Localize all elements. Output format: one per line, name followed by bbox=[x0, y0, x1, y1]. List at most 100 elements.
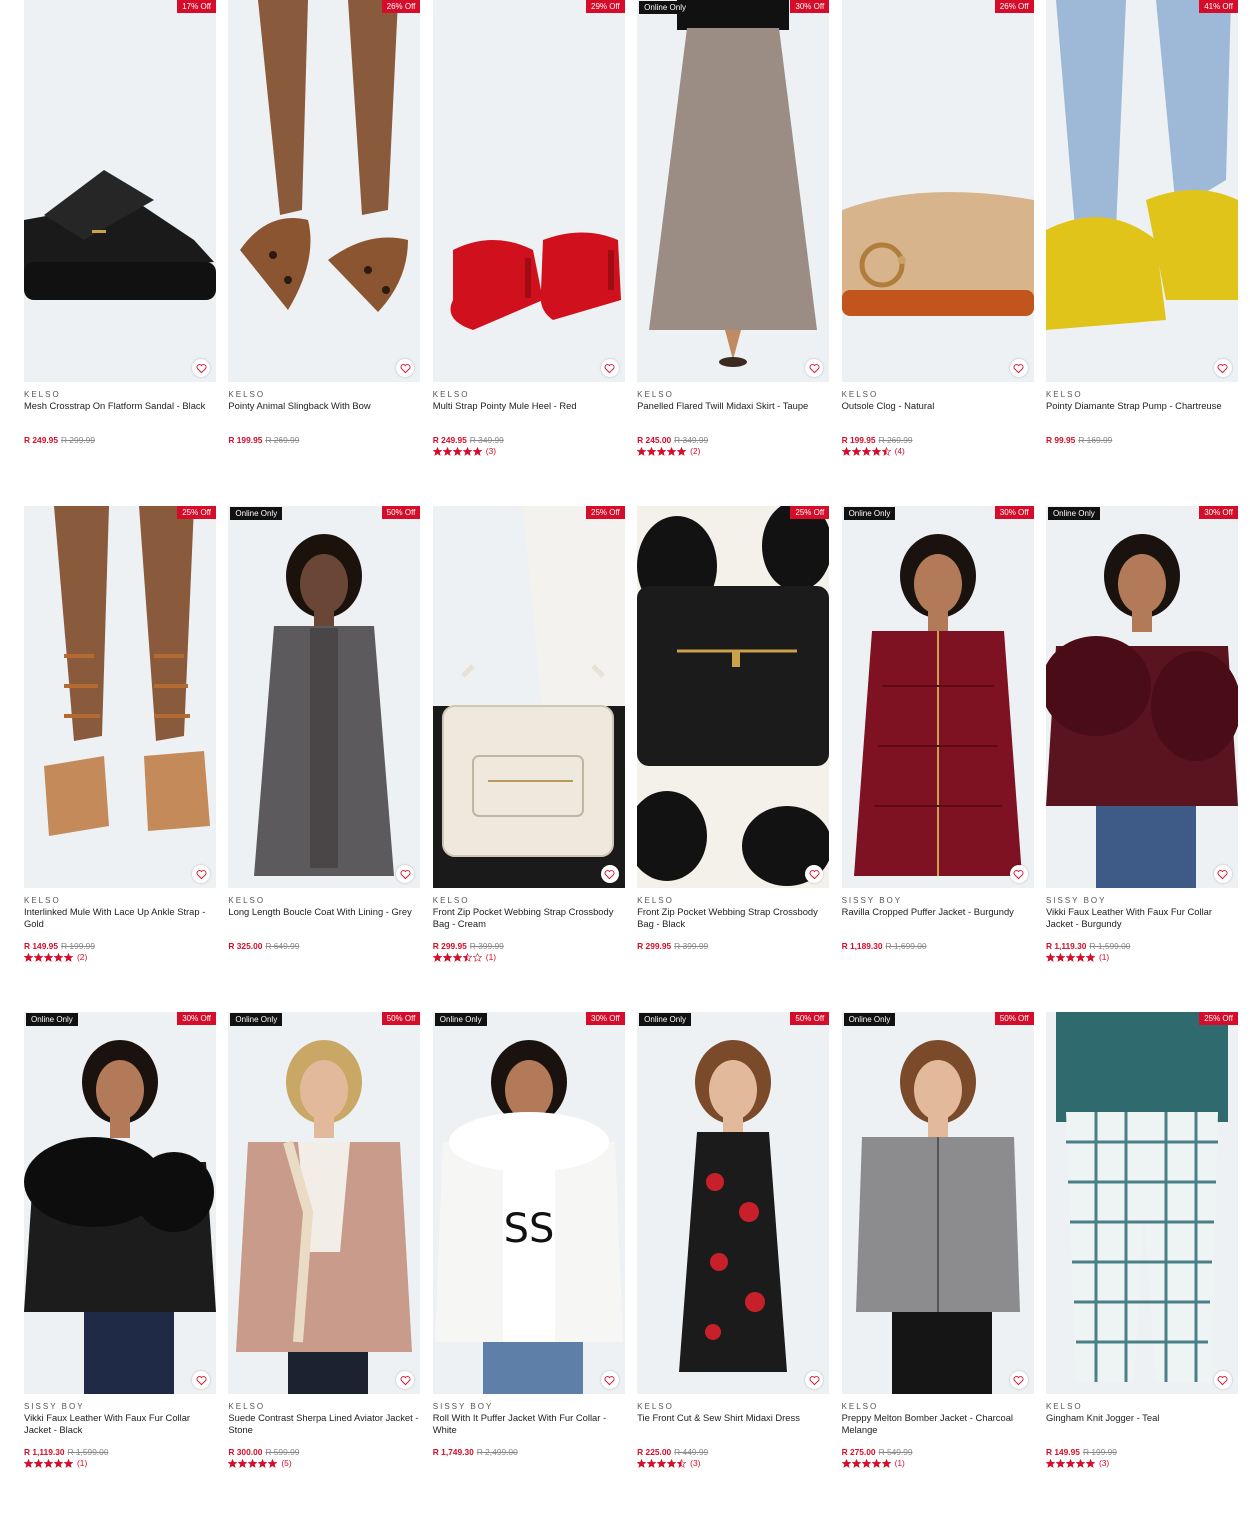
product-name[interactable]: Ravilla Cropped Puffer Jacket - Burgundy bbox=[842, 906, 1034, 918]
price-row: R 1,189.30 R 1,699.00 bbox=[842, 941, 927, 951]
original-price: R 399.99 bbox=[674, 941, 709, 951]
rating[interactable]: (5) bbox=[228, 1458, 292, 1468]
product-name[interactable]: Tie Front Cut & Sew Shirt Midaxi Dress bbox=[637, 1412, 829, 1424]
rating[interactable]: (3) bbox=[1045, 1458, 1109, 1468]
product-name[interactable]: Vikki Faux Leather With Faux Fur Collar … bbox=[1046, 906, 1238, 929]
original-price: R 2,499.00 bbox=[476, 1447, 518, 1457]
product-name[interactable]: Gingham Knit Jogger - Teal bbox=[1046, 1412, 1238, 1424]
product-card[interactable]: Online Only 30% Off SISSY BOY Ravilla Cro… bbox=[841, 506, 1034, 1012]
product-image[interactable]: 25% Off bbox=[24, 506, 216, 888]
wishlist-button[interactable] bbox=[192, 359, 210, 377]
star-icon bbox=[667, 446, 677, 456]
product-image[interactable]: Online Only 50% Off bbox=[228, 506, 421, 888]
wishlist-button[interactable] bbox=[1009, 359, 1028, 377]
wishlist-button[interactable] bbox=[600, 1371, 619, 1389]
discount-badge: 17% Off bbox=[177, 0, 216, 13]
rating[interactable]: (1) bbox=[1045, 952, 1109, 962]
wishlist-button[interactable] bbox=[1009, 865, 1028, 883]
rating[interactable]: (2) bbox=[637, 446, 700, 456]
wishlist-button[interactable] bbox=[192, 1371, 210, 1389]
star-icon bbox=[677, 1458, 687, 1468]
product-name[interactable]: Vikki Faux Leather With Faux Fur Collar … bbox=[24, 1412, 216, 1435]
product-name[interactable]: Interlinked Mule With Lace Up Ankle Stra… bbox=[24, 906, 216, 929]
product-name[interactable]: Preppy Melton Bomber Jacket - Charcoal M… bbox=[842, 1412, 1034, 1435]
product-card[interactable]: 25% Off KELSO Gingham Knit Jogger - Teal… bbox=[1045, 1012, 1238, 1518]
product-image[interactable]: 17% Off bbox=[24, 0, 216, 382]
star-icon bbox=[657, 446, 667, 456]
product-card[interactable]: Online Only 50% Off KELSO Preppy Melton B… bbox=[841, 1012, 1034, 1518]
product-card[interactable]: 41% Off KELSO Pointy Diamante Strap Pump… bbox=[1045, 0, 1238, 506]
product-photo bbox=[855, 1040, 1020, 1394]
original-price: R 449.99 bbox=[674, 1447, 709, 1457]
star-icon bbox=[871, 1458, 881, 1468]
product-card[interactable]: Online Only 30% Off SISSY BOY Vikki Faux … bbox=[1045, 506, 1238, 1012]
product-card[interactable]: 17% Off KELSO Mesh Crosstrap On Flatform… bbox=[24, 0, 216, 506]
product-image[interactable]: Online Only 50% Off bbox=[637, 1012, 830, 1394]
star-icon bbox=[1075, 1458, 1085, 1468]
product-image[interactable]: SS Online Only 30% Off bbox=[432, 1012, 625, 1394]
wishlist-button[interactable] bbox=[1213, 359, 1232, 377]
rating[interactable]: (1) bbox=[24, 1458, 87, 1468]
product-name[interactable]: Long Length Boucle Coat With Lining - Gr… bbox=[228, 906, 420, 918]
wishlist-button[interactable] bbox=[600, 359, 619, 377]
review-count: (4) bbox=[894, 446, 905, 456]
star-icon bbox=[1085, 952, 1095, 962]
product-card[interactable]: Online Only 30% Off SISSY BOY Vikki Faux … bbox=[24, 1012, 216, 1518]
wishlist-button[interactable] bbox=[1213, 1371, 1232, 1389]
product-card[interactable]: 25% Off KELSO Front Zip Pocket Webbing S… bbox=[432, 506, 625, 1012]
product-card[interactable]: 25% Off KELSO Interlinked Mule With Lace… bbox=[24, 506, 216, 1012]
heart-icon bbox=[400, 1375, 411, 1385]
product-card[interactable]: SS Online Only 30% Off SISSY BOY Roll With… bbox=[432, 1012, 625, 1518]
product-name[interactable]: Mesh Crosstrap On Flatform Sandal - Blac… bbox=[24, 400, 216, 412]
product-image[interactable]: 29% Off bbox=[432, 0, 625, 382]
product-name[interactable]: Front Zip Pocket Webbing Strap Crossbody… bbox=[433, 906, 625, 929]
wishlist-button[interactable] bbox=[1213, 865, 1232, 883]
product-card[interactable]: 25% Off KELSO Front Zip Pocket Webbing S… bbox=[637, 506, 830, 1012]
product-image[interactable]: 26% Off bbox=[228, 0, 421, 382]
product-image[interactable]: Online Only 30% Off bbox=[637, 0, 830, 382]
product-card[interactable]: 26% Off KELSO Pointy Animal Slingback Wi… bbox=[228, 0, 421, 506]
product-image[interactable]: Online Only 30% Off bbox=[1045, 506, 1238, 888]
sale-price: R 225.00 bbox=[637, 1447, 672, 1457]
wishlist-button[interactable] bbox=[600, 865, 619, 883]
rating[interactable]: (3) bbox=[432, 446, 496, 456]
rating[interactable]: (3) bbox=[637, 1458, 700, 1468]
rating[interactable]: (4) bbox=[841, 446, 905, 456]
product-name[interactable]: Pointy Diamante Strap Pump - Chartreuse bbox=[1046, 400, 1238, 412]
product-image[interactable]: Online Only 50% Off bbox=[841, 1012, 1034, 1394]
rating[interactable]: (1) bbox=[841, 1458, 905, 1468]
star-icon bbox=[841, 1458, 851, 1468]
wishlist-button[interactable] bbox=[1009, 1371, 1028, 1389]
heart-icon bbox=[1217, 869, 1228, 879]
product-image[interactable]: Online Only 30% Off bbox=[24, 1012, 216, 1394]
product-card[interactable]: 26% Off KELSO Outsole Clog - Natural R 1… bbox=[841, 0, 1034, 506]
wishlist-button[interactable] bbox=[192, 865, 210, 883]
product-image[interactable]: 25% Off bbox=[432, 506, 625, 888]
rating[interactable]: (2) bbox=[24, 952, 87, 962]
online-only-badge: Online Only bbox=[230, 1013, 283, 1026]
product-image[interactable]: Online Only 30% Off bbox=[841, 506, 1034, 888]
product-image[interactable]: 25% Off bbox=[637, 506, 830, 888]
product-name[interactable]: Roll With It Puffer Jacket With Fur Coll… bbox=[433, 1412, 625, 1435]
rating[interactable]: (1) bbox=[432, 952, 496, 962]
product-card[interactable]: Online Only 50% Off KELSO Long Length Bou… bbox=[228, 506, 421, 1012]
product-name[interactable]: Front Zip Pocket Webbing Strap Crossbody… bbox=[637, 906, 829, 929]
star-icon bbox=[228, 1458, 238, 1468]
product-name[interactable]: Multi Strap Pointy Mule Heel - Red bbox=[433, 400, 625, 412]
product-image[interactable]: 26% Off bbox=[841, 0, 1034, 382]
product-name[interactable]: Panelled Flared Twill Midaxi Skirt - Tau… bbox=[637, 400, 829, 412]
product-name[interactable]: Pointy Animal Slingback With Bow bbox=[228, 400, 420, 412]
product-name[interactable]: Outsole Clog - Natural bbox=[842, 400, 1034, 412]
product-card[interactable]: Online Only 30% Off KELSO Panelled Flared… bbox=[637, 0, 830, 506]
product-name[interactable]: Suede Contrast Sherpa Lined Aviator Jack… bbox=[228, 1412, 420, 1435]
product-image[interactable]: 41% Off bbox=[1045, 0, 1238, 382]
star-icon bbox=[238, 1458, 248, 1468]
product-image[interactable]: Online Only 50% Off bbox=[228, 1012, 421, 1394]
sale-price: R 299.95 bbox=[637, 941, 672, 951]
product-photo bbox=[450, 232, 621, 330]
product-card[interactable]: Online Only 50% Off KELSO Suede Contrast … bbox=[228, 1012, 421, 1518]
product-card[interactable]: Online Only 50% Off KELSO Tie Front Cut &… bbox=[637, 1012, 830, 1518]
product-card[interactable]: 29% Off KELSO Multi Strap Pointy Mule He… bbox=[432, 0, 625, 506]
product-photo: SS bbox=[434, 1040, 623, 1394]
product-image[interactable]: 25% Off bbox=[1045, 1012, 1238, 1394]
